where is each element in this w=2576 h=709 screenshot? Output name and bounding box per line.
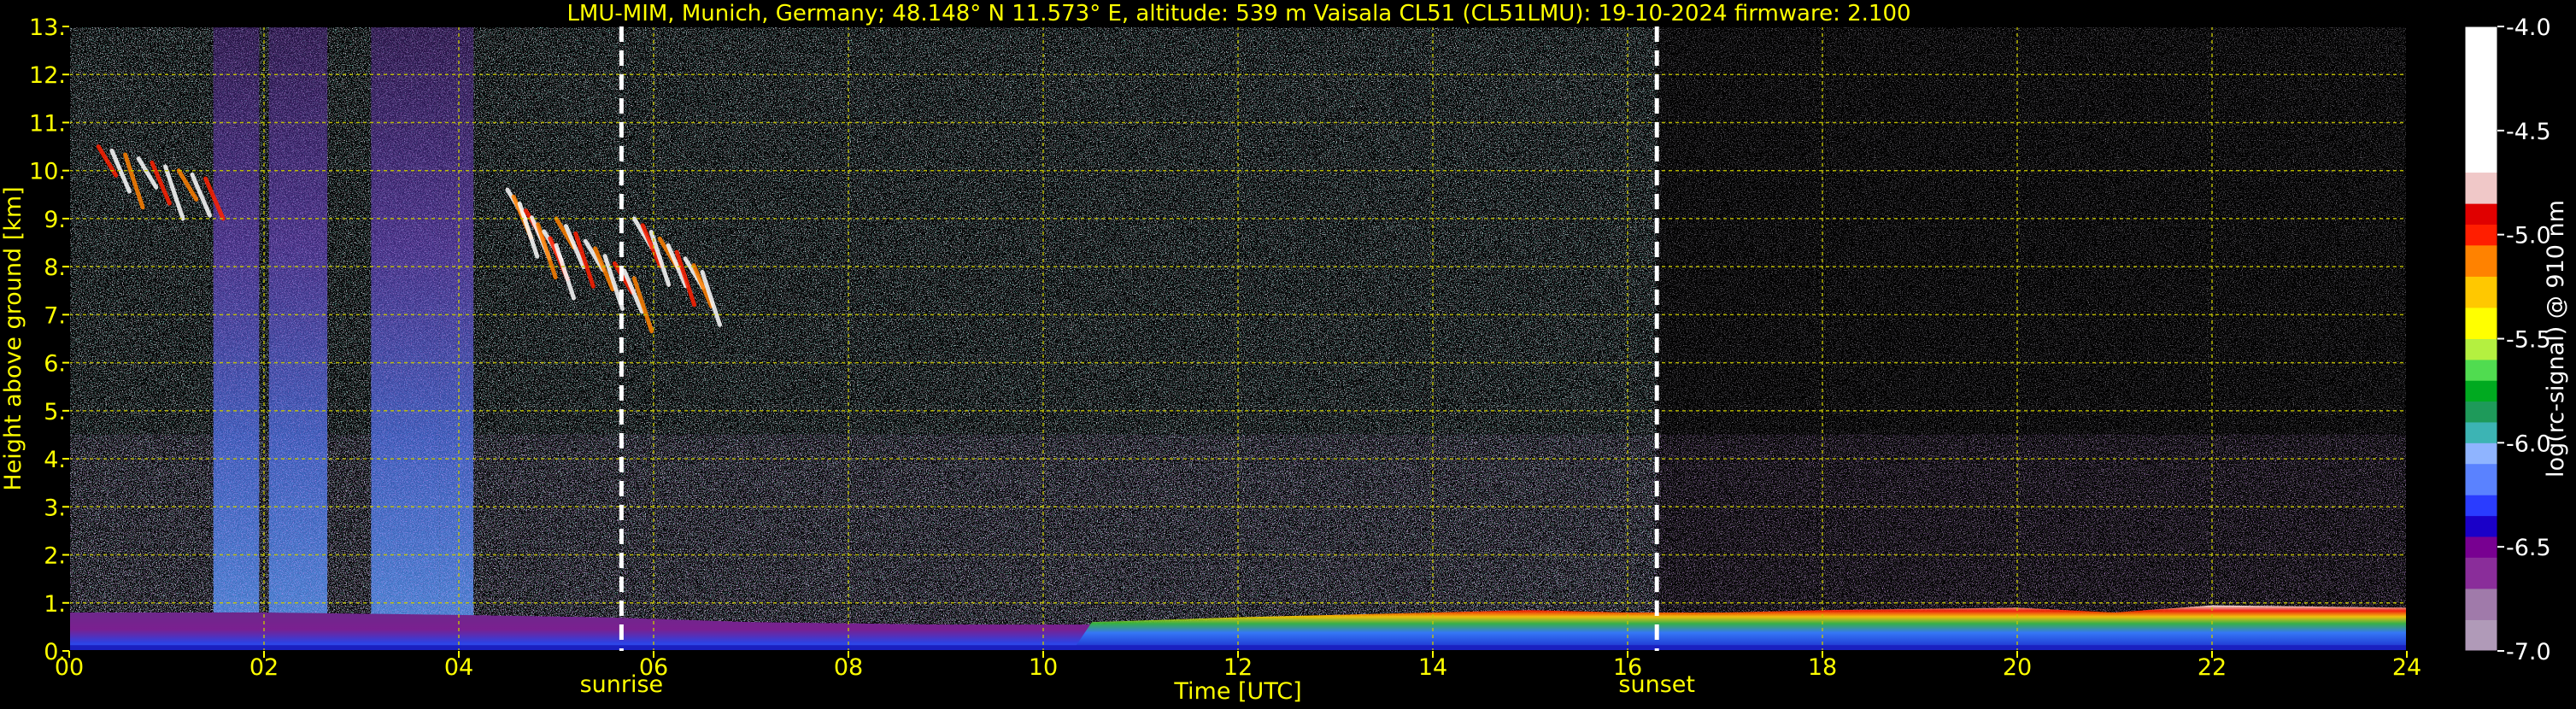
- x-tick-label: 06: [639, 654, 668, 681]
- colorbar-segment: [2465, 307, 2497, 339]
- y-tick-label: 5.: [44, 399, 66, 425]
- chart-svg: LMU-MIM, Munich, Germany; 48.148° N 11.5…: [0, 1, 2569, 705]
- colorbar-segment: [2465, 421, 2497, 443]
- colorbar-segment: [2465, 588, 2497, 620]
- colorbar-segment: [2465, 26, 2497, 173]
- y-tick-label: 8.: [44, 255, 66, 281]
- x-tick-label: 08: [834, 654, 863, 681]
- colorbar-segment: [2465, 619, 2497, 652]
- colorbar-segment: [2465, 463, 2497, 495]
- y-tick-label: 0.: [44, 639, 66, 665]
- colorbar-segment: [2465, 338, 2497, 360]
- colorbar-segment: [2465, 536, 2497, 558]
- y-axis-label: Height above ground [km]: [0, 186, 26, 490]
- colorbar-tick-label: -7.0: [2506, 639, 2551, 665]
- x-tick-label: 02: [249, 654, 279, 681]
- y-tick-label: 3.: [44, 495, 66, 521]
- rain-column-texture: [439, 26, 474, 651]
- colorbar-segment: [2465, 203, 2497, 225]
- x-axis-ticks: 00 02 04 06 08 10 12 14 16 18 20 22 24: [55, 651, 2421, 681]
- x-tick-label: 10: [1029, 654, 1058, 681]
- y-tick-label: 4.: [44, 447, 66, 473]
- y-axis-ticks: 0. 1. 2. 3. 4. 5. 6. 7. 8. 9. 10. 11. 12. 13.: [29, 15, 69, 665]
- x-tick-label: 22: [2198, 654, 2227, 681]
- y-tick-label: 1.: [44, 591, 66, 618]
- y-tick-label: 6.: [44, 351, 66, 378]
- colorbar: -4.0-4.5-5.0-5.5-6.0-6.5-7.0: [2464, 15, 2551, 665]
- y-tick-label: 12.: [29, 62, 66, 89]
- colorbar-tick-label: -6.5: [2506, 535, 2551, 561]
- colorbar-segment: [2465, 495, 2497, 517]
- y-tick-label: 9.: [44, 207, 66, 233]
- rain-column-texture: [371, 26, 440, 651]
- rain-column-texture: [213, 26, 260, 651]
- x-axis-label: Time [UTC]: [1173, 678, 1301, 705]
- colorbar-segment: [2465, 224, 2497, 246]
- colorbar-segment: [2465, 557, 2497, 589]
- x-tick-label: 18: [1808, 654, 1837, 681]
- y-tick-label: 10.: [29, 159, 66, 185]
- rain-column-texture: [268, 26, 328, 651]
- colorbar-label: log(rc-signal) @ 910 nm: [2543, 200, 2569, 478]
- colorbar-segment: [2465, 442, 2497, 465]
- colorbar-segment: [2465, 401, 2497, 423]
- y-tick-label: 2.: [44, 543, 66, 570]
- colorbar-segment: [2465, 380, 2497, 402]
- y-tick-label: 11.: [29, 110, 66, 137]
- colorbar-segment: [2465, 515, 2497, 537]
- y-tick-label: 7.: [44, 302, 66, 329]
- colorbar-segment: [2465, 172, 2497, 204]
- x-tick-label: 24: [2392, 654, 2421, 681]
- x-tick-label: 12: [1223, 654, 1253, 681]
- colorbar-tick-label: -4.5: [2506, 119, 2551, 145]
- ceilometer-chart: LMU-MIM, Munich, Germany; 48.148° N 11.5…: [0, 0, 2576, 706]
- colorbar-segment: [2465, 244, 2497, 277]
- plot-area: [69, 26, 2407, 651]
- noise-night: [1657, 26, 2407, 651]
- x-tick-label: 14: [1418, 654, 1447, 681]
- colorbar-tick-label: -4.0: [2506, 15, 2551, 41]
- x-tick-label: 16: [1613, 654, 1642, 681]
- x-tick-label: 04: [444, 654, 473, 681]
- chart-title: LMU-MIM, Munich, Germany; 48.148° N 11.5…: [566, 1, 1910, 26]
- colorbar-segment: [2465, 276, 2497, 308]
- x-tick-label: 20: [2003, 654, 2032, 681]
- y-tick-label: 13.: [29, 15, 66, 41]
- colorbar-segment: [2465, 359, 2497, 381]
